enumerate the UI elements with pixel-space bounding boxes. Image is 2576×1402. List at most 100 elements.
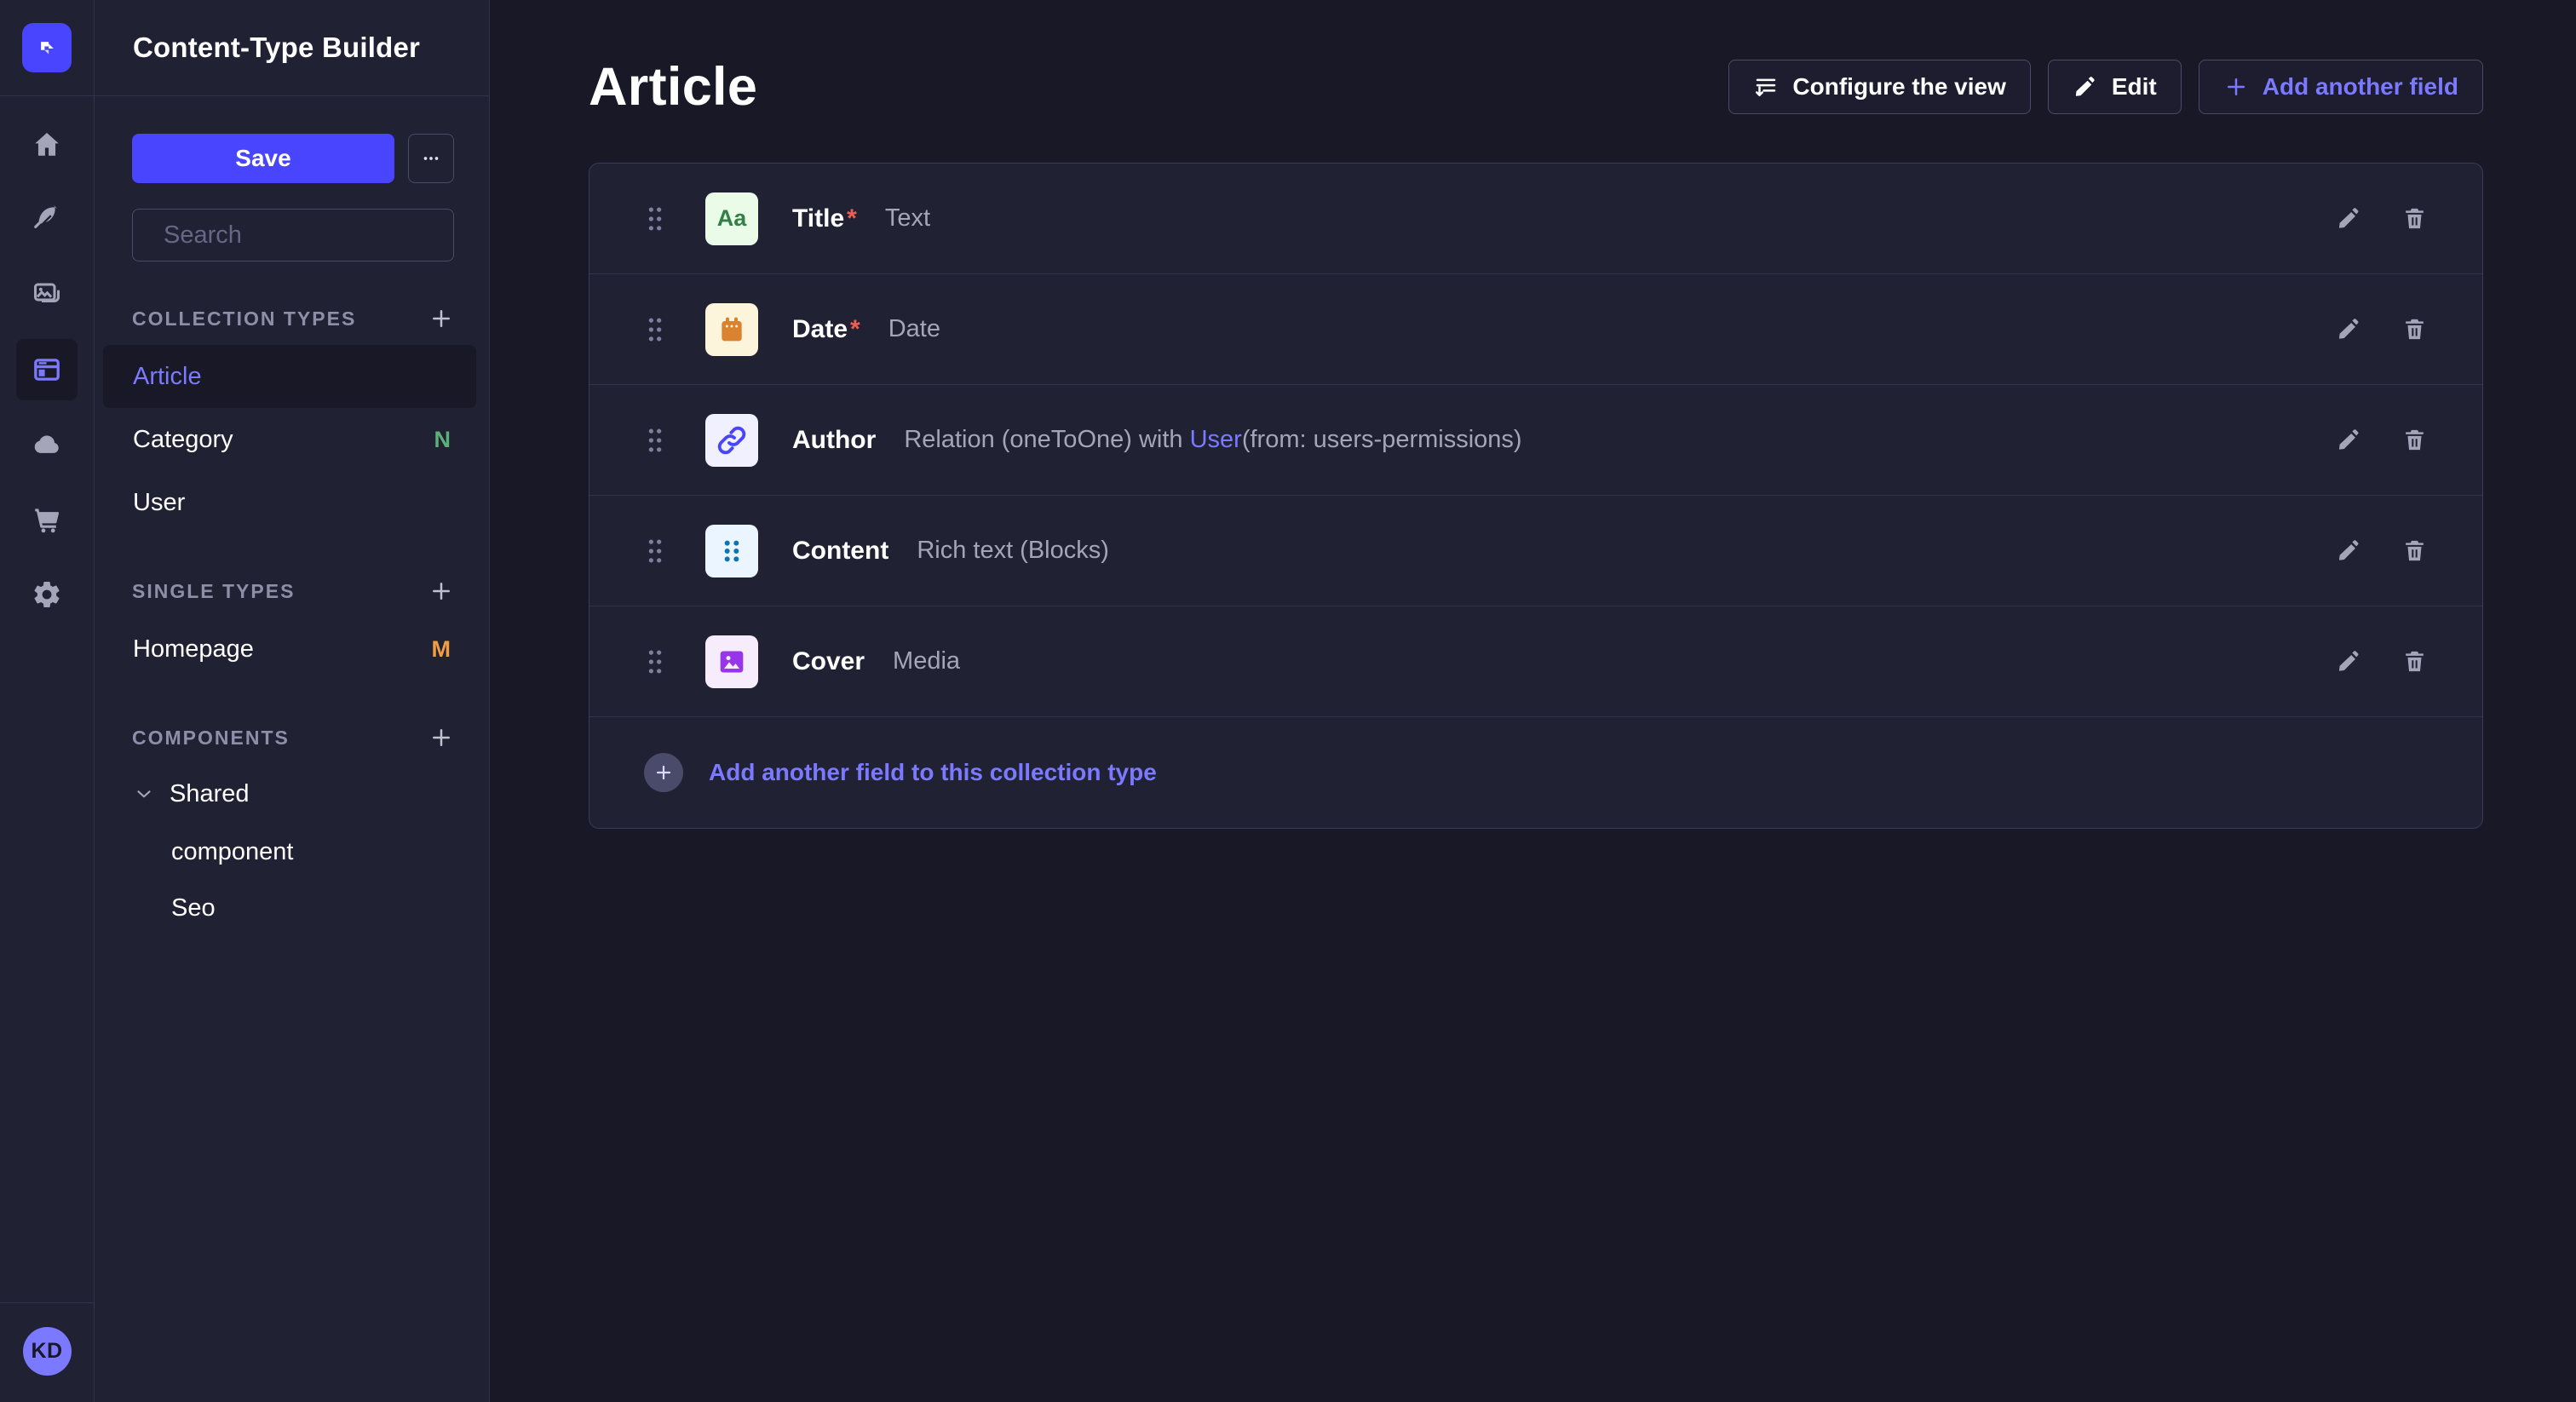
gear-icon <box>32 579 62 610</box>
page-header: Article Configure the view Edit Add anot… <box>491 0 2576 118</box>
drag-handle-icon[interactable] <box>644 647 666 676</box>
component-item-component[interactable]: component <box>103 824 476 880</box>
sidebar-title: Content-Type Builder <box>95 0 489 96</box>
field-name: Date* <box>792 315 860 344</box>
pencil-icon <box>2336 316 2362 342</box>
add-field-footer-label[interactable]: Add another field to this collection typ… <box>709 759 1157 786</box>
rail-bottom-divider <box>0 1302 94 1303</box>
component-group-shared[interactable]: Shared <box>103 764 476 824</box>
component-item-seo[interactable]: Seo <box>103 880 476 936</box>
field-type: Text <box>885 204 930 233</box>
sidebar-item-article[interactable]: Article <box>103 345 476 408</box>
status-badge-modified: M <box>432 636 451 663</box>
sidebar-item-category[interactable]: Category N <box>103 408 476 471</box>
field-type: Date <box>888 315 940 343</box>
nav-home[interactable] <box>16 114 78 175</box>
delete-field-button[interactable] <box>2401 427 2428 453</box>
save-row: Save <box>132 134 454 183</box>
add-collection-type-button[interactable] <box>428 306 454 331</box>
text-field-icon: Aa <box>705 192 758 245</box>
field-row-title: Aa Title* Text <box>589 164 2482 274</box>
components-list: Shared component Seo <box>103 764 476 936</box>
add-field-footer-row[interactable]: Add another field to this collection typ… <box>589 717 2482 828</box>
images-icon <box>32 279 62 310</box>
nav-marketplace[interactable] <box>16 489 78 550</box>
trash-icon <box>2401 316 2428 342</box>
plus-icon <box>428 725 454 750</box>
edit-field-button[interactable] <box>2336 537 2362 564</box>
chevron-down-icon <box>133 783 155 805</box>
drag-handle-icon[interactable] <box>644 315 666 344</box>
pencil-icon <box>2336 427 2362 453</box>
strapi-logo-icon <box>34 35 60 60</box>
delete-field-button[interactable] <box>2401 205 2428 232</box>
strapi-logo[interactable] <box>22 23 72 72</box>
field-row-date: Date* Date <box>589 274 2482 385</box>
nav-settings[interactable] <box>16 564 78 625</box>
search-input[interactable] <box>164 221 485 250</box>
edit-field-button[interactable] <box>2336 427 2362 453</box>
field-name: Author <box>792 426 876 455</box>
sidebar-item-homepage[interactable]: Homepage M <box>103 618 476 681</box>
more-actions-button[interactable] <box>408 134 454 183</box>
row-actions <box>2336 537 2428 564</box>
components-heading: COMPONENTS <box>132 727 290 750</box>
delete-field-button[interactable] <box>2401 537 2428 564</box>
row-actions <box>2336 648 2428 675</box>
save-button[interactable]: Save <box>132 134 394 183</box>
add-another-field-label: Add another field <box>2263 73 2458 101</box>
pencil-icon <box>2073 74 2098 100</box>
delete-field-button[interactable] <box>2401 648 2428 675</box>
page-title: Article <box>589 56 757 118</box>
single-types-header: SINGLE TYPES <box>132 578 454 604</box>
toolbar: Configure the view Edit Add another fiel… <box>1728 60 2483 114</box>
nav-content-type-builder[interactable] <box>16 339 78 400</box>
field-type: Media <box>893 647 960 675</box>
row-actions <box>2336 427 2428 453</box>
edit-label: Edit <box>2112 73 2157 101</box>
search-box <box>132 209 454 261</box>
add-single-type-button[interactable] <box>428 578 454 604</box>
relation-target-link: User <box>1190 426 1242 453</box>
ellipsis-icon <box>420 147 442 170</box>
item-label: Homepage <box>133 635 254 664</box>
field-type: Rich text (Blocks) <box>917 537 1109 565</box>
add-component-button[interactable] <box>428 725 454 750</box>
nav-deploy[interactable] <box>16 414 78 475</box>
blocks-field-icon <box>705 525 758 577</box>
configure-list-icon <box>1753 74 1779 100</box>
trash-icon <box>2401 537 2428 564</box>
trash-icon <box>2401 648 2428 675</box>
field-name: Content <box>792 537 888 566</box>
configure-view-button[interactable]: Configure the view <box>1728 60 2030 114</box>
sidebar-item-user[interactable]: User <box>103 471 476 534</box>
edit-button[interactable]: Edit <box>2048 60 2182 114</box>
field-name: Title* <box>792 204 857 233</box>
row-actions <box>2336 205 2428 232</box>
delete-field-button[interactable] <box>2401 316 2428 342</box>
configure-view-label: Configure the view <box>1792 73 2005 101</box>
fields-table: Aa Title* Text Date* Date <box>589 163 2483 829</box>
nav-content-manager[interactable] <box>16 189 78 250</box>
cart-icon <box>32 504 62 535</box>
pencil-icon <box>2336 205 2362 232</box>
field-name: Cover <box>792 647 865 676</box>
main-content: Article Configure the view Edit Add anot… <box>491 0 2576 1402</box>
item-label: Article <box>133 363 202 391</box>
plus-icon <box>2223 74 2249 100</box>
drag-handle-icon[interactable] <box>644 204 666 233</box>
feather-icon <box>32 204 62 235</box>
group-label: Shared <box>170 780 250 808</box>
drag-handle-icon[interactable] <box>644 537 666 566</box>
add-field-circle-button[interactable] <box>644 753 683 792</box>
edit-field-button[interactable] <box>2336 205 2362 232</box>
required-asterisk: * <box>850 315 860 343</box>
nav-media-library[interactable] <box>16 264 78 325</box>
home-icon <box>32 129 62 160</box>
drag-handle-icon[interactable] <box>644 426 666 455</box>
edit-field-button[interactable] <box>2336 648 2362 675</box>
user-avatar[interactable]: KD <box>23 1327 72 1376</box>
add-another-field-button[interactable]: Add another field <box>2199 60 2483 114</box>
item-label: component <box>171 838 294 866</box>
edit-field-button[interactable] <box>2336 316 2362 342</box>
